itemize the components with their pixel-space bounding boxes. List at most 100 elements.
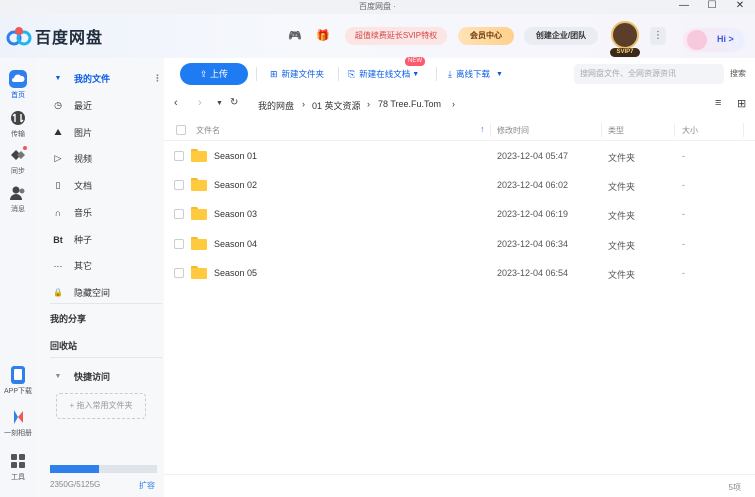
chevron-right-icon: › xyxy=(302,99,305,109)
file-name[interactable]: Season 03 xyxy=(214,209,257,219)
new-folder-button[interactable]: ⊞ 新建文件夹 xyxy=(270,68,324,80)
chevron-right-icon: › xyxy=(367,99,370,109)
chevron-down-icon: ▼ xyxy=(496,70,503,78)
row-checkbox[interactable] xyxy=(174,151,184,161)
quick-access-drop-zone[interactable]: + 拖入常用文件夹 xyxy=(56,393,146,419)
sidebar: ▼ 我的文件 ⋮ ◷ 最近 ⛰ 图片 ▷ 视频 ▯ 文档 ∩ 音乐 Bt 种子 ··· 其它 … xyxy=(36,58,164,497)
rail-item-home[interactable]: 首页 xyxy=(0,70,36,100)
message-icon xyxy=(10,186,25,200)
sidebar-item-recycle-bin[interactable]: 回收站 xyxy=(50,339,77,352)
file-type: 文件夹 xyxy=(608,153,636,163)
forward-arrow-icon[interactable]: › xyxy=(198,97,202,109)
sidebar-item-label: 其它 xyxy=(74,261,93,271)
sidebar-item-my-files[interactable]: ▼ 我的文件 ⋮ xyxy=(50,72,162,85)
vip-center-button[interactable]: 会员中心 xyxy=(458,27,514,45)
expand-storage-link[interactable]: 扩容 xyxy=(139,480,155,491)
online-doc-icon: ⎘ xyxy=(348,68,356,79)
sidebar-item-recent[interactable]: ◷ 最近 xyxy=(50,99,92,112)
app-header: 百度网盘 🎮 🎁 超值续费延长SVIP特权 会员中心 创建企业/团队 SVIP7… xyxy=(0,14,755,58)
history-dropdown-icon[interactable]: ▼ xyxy=(216,100,223,107)
file-name[interactable]: Season 01 xyxy=(214,151,257,161)
table-row[interactable]: Season 01 2023-12-04 05:47 文件夹 - xyxy=(164,142,755,171)
sidebar-item-label: 种子 xyxy=(74,235,93,245)
new-online-doc-button[interactable]: ⎘ 新建在线文档 ▼ xyxy=(348,68,419,80)
column-header-type[interactable]: 类型 xyxy=(608,125,624,136)
sidebar-item-images[interactable]: ⛰ 图片 xyxy=(50,126,92,139)
sync-icon xyxy=(11,146,27,160)
breadcrumb-item[interactable]: 78 Tree.Fu.Tom xyxy=(378,99,441,109)
refresh-icon[interactable]: ↻ xyxy=(230,97,238,108)
assistant-hi-button[interactable]: Hi > xyxy=(683,28,745,52)
row-checkbox[interactable] xyxy=(174,209,184,219)
minimize-button[interactable]: — xyxy=(674,0,694,14)
create-team-button[interactable]: 创建企业/团队 xyxy=(524,27,598,45)
rail-item-album[interactable]: 一刻相册 xyxy=(0,408,36,438)
table-row[interactable]: Season 04 2023-12-04 06:34 文件夹 - xyxy=(164,230,755,259)
file-size: - xyxy=(682,180,685,190)
table-row[interactable]: Season 03 2023-12-04 06:19 文件夹 - xyxy=(164,200,755,229)
search-input[interactable]: 搜网盘文件、全网资源资讯 xyxy=(574,64,724,84)
gamepad-icon[interactable]: 🎮 xyxy=(287,28,303,44)
close-button[interactable]: ✕ xyxy=(730,0,750,14)
maximize-button[interactable]: ☐ xyxy=(702,0,722,14)
upload-button[interactable]: ⇪ 上传 xyxy=(180,63,248,85)
rail-item-messages[interactable]: 消息 xyxy=(0,184,36,214)
rail-item-app-download[interactable]: APP下载 xyxy=(0,366,36,396)
offline-download-button[interactable]: ⤓ 离线下载 ▼ xyxy=(448,68,503,80)
sidebar-item-quick-access[interactable]: ▼ 快捷访问 xyxy=(50,370,110,383)
column-header-size[interactable]: 大小 xyxy=(682,125,698,136)
toolbar-separator xyxy=(338,67,339,81)
row-checkbox[interactable] xyxy=(174,180,184,190)
modified-time: 2023-12-04 05:47 xyxy=(497,151,569,161)
sidebar-item-my-share[interactable]: 我的分享 xyxy=(50,312,86,325)
back-arrow-icon[interactable]: ‹ xyxy=(174,97,178,109)
more-vertical-icon[interactable]: ⋮ xyxy=(153,73,162,84)
column-separator xyxy=(490,123,491,137)
sidebar-item-hidden-space[interactable]: 🔒 隐藏空间 xyxy=(50,286,110,299)
search-button[interactable]: 搜索 xyxy=(725,64,751,84)
sort-ascending-icon[interactable]: ↑ xyxy=(480,124,485,134)
toolbar-separator xyxy=(256,67,257,81)
sort-list-icon[interactable]: ≡ xyxy=(715,97,721,109)
sidebar-item-music[interactable]: ∩ 音乐 xyxy=(50,206,92,219)
svip-renew-promo-button[interactable]: 超值续费延长SVIP特权 xyxy=(345,27,447,45)
left-rail: 首页 传输 同步 消息 APP下载 一刻相册 工具 xyxy=(0,58,36,497)
file-size: - xyxy=(682,151,685,161)
avatar[interactable] xyxy=(611,21,639,49)
select-all-checkbox[interactable] xyxy=(176,125,186,135)
file-name[interactable]: Season 02 xyxy=(214,180,257,190)
upload-label: 上传 xyxy=(210,69,229,79)
sidebar-item-other[interactable]: ··· 其它 xyxy=(50,259,93,272)
grid-view-icon[interactable]: ⊞ xyxy=(737,97,746,110)
breadcrumb-item[interactable]: 我的网盘 xyxy=(258,99,294,112)
rail-item-sync[interactable]: 同步 xyxy=(0,146,36,176)
row-checkbox[interactable] xyxy=(174,239,184,249)
file-size: - xyxy=(682,268,685,278)
sidebar-item-documents[interactable]: ▯ 文档 xyxy=(50,179,93,192)
sidebar-item-torrents[interactable]: Bt 种子 xyxy=(50,233,92,246)
gift-icon[interactable]: 🎁 xyxy=(315,28,331,44)
sidebar-item-label: 最近 xyxy=(74,101,93,111)
table-row[interactable]: Season 05 2023-12-04 06:54 文件夹 - xyxy=(164,259,755,288)
file-name[interactable]: Season 04 xyxy=(214,239,257,249)
more-menu-button[interactable]: ⋮ xyxy=(650,27,666,45)
row-checkbox[interactable] xyxy=(174,268,184,278)
rail-item-transfer[interactable]: 传输 xyxy=(0,109,36,139)
table-row[interactable]: Season 02 2023-12-04 06:02 文件夹 - xyxy=(164,171,755,200)
transfer-icon xyxy=(11,111,25,125)
navigation-row: ‹ › ▼ ↻ 我的网盘 › 01 英文资源 › 78 Tree.Fu.Tom … xyxy=(164,94,755,114)
logo[interactable]: 百度网盘 xyxy=(6,24,103,48)
sidebar-item-videos[interactable]: ▷ 视频 xyxy=(50,152,92,165)
breadcrumb-item[interactable]: 01 英文资源 xyxy=(312,99,361,112)
file-name[interactable]: Season 05 xyxy=(214,268,257,278)
folder-icon xyxy=(191,178,207,191)
baidu-cloud-logo-icon xyxy=(6,27,32,46)
offline-download-label: 离线下载 xyxy=(455,69,490,79)
download-icon: ⤓ xyxy=(448,68,452,79)
rail-item-tools[interactable]: 工具 xyxy=(0,452,36,482)
assistant-hi-label: Hi > xyxy=(717,34,734,44)
column-header-name[interactable]: 文件名 xyxy=(196,125,220,136)
main-content: ⇪ 上传 ⊞ 新建文件夹 ⎘ 新建在线文档 ▼ NEW ⤓ 离线下载 ▼ 搜网盘文件、全网… xyxy=(164,57,755,497)
sidebar-item-label: 视频 xyxy=(74,154,93,164)
column-header-modified[interactable]: 修改时间 xyxy=(497,125,529,136)
